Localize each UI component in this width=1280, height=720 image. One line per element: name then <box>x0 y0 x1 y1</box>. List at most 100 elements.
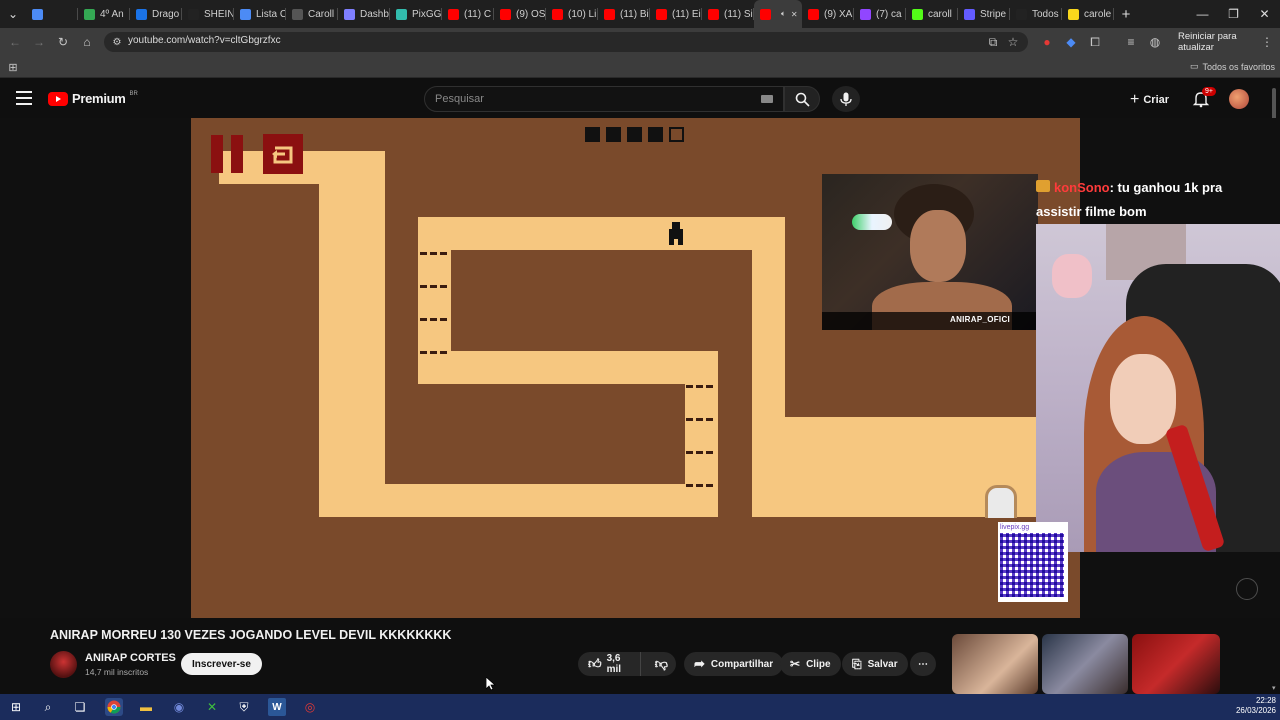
profile-icon[interactable]: ◍ <box>1146 33 1164 51</box>
voice-search-button[interactable] <box>832 86 860 112</box>
discord-icon[interactable]: ◉ <box>170 698 188 716</box>
tab-favicon-icon <box>136 8 147 20</box>
youtube-logo[interactable]: Premium BR <box>48 91 138 106</box>
close-window-button[interactable]: ✕ <box>1249 0 1280 28</box>
clip-button[interactable]: ✂ Clipe <box>780 652 841 676</box>
tab-search-icon[interactable]: ⌄ <box>0 0 26 28</box>
channel-avatar[interactable] <box>50 651 77 678</box>
game-path <box>418 351 718 384</box>
restore-button[interactable]: ❐ <box>1218 0 1249 28</box>
browser-tab[interactable]: (11) Ei <box>650 0 702 28</box>
tab-label: (11) C <box>464 8 492 20</box>
browser-tab[interactable]: 🔈︎ ✕ <box>754 0 802 28</box>
windows-start-icon[interactable]: ⊞ <box>7 698 25 716</box>
recommended-thumbnail[interactable] <box>952 634 1038 694</box>
browser-tab[interactable]: 4º An <box>78 0 130 28</box>
tab-favicon-icon <box>448 8 459 20</box>
like-button[interactable]: 👍︎ 3,6 mil <box>578 652 641 676</box>
browser-tab[interactable]: Todos <box>1010 0 1062 28</box>
tab-close-icon[interactable]: ✕ <box>791 10 798 19</box>
browser-tab[interactable]: (9) OS <box>494 0 546 28</box>
install-app-icon[interactable]: ⧉ <box>984 33 1002 51</box>
file-explorer-icon[interactable]: ▬ <box>137 698 155 716</box>
back-icon[interactable]: ← <box>6 33 24 51</box>
site-info-icon[interactable]: ⚙ <box>108 33 126 51</box>
like-count: 3,6 mil <box>606 653 622 675</box>
search-input[interactable]: Pesquisar <box>424 86 784 112</box>
chrome-taskbar-icon[interactable] <box>105 698 123 716</box>
bookmark-star-icon[interactable]: ☆ <box>1004 33 1022 51</box>
tab-favicon-icon <box>656 8 667 20</box>
browser-tab[interactable]: (11) Si <box>702 0 754 28</box>
url-text: youtube.com/watch?v=cltGbgrzfxc <box>128 35 281 46</box>
reading-list-icon[interactable]: ≡ <box>1122 33 1140 51</box>
channel-name[interactable]: ANIRAP CORTES <box>85 652 176 664</box>
create-label: Criar <box>1143 94 1170 106</box>
spike-trap <box>686 385 716 388</box>
taskbar-search-icon[interactable]: ⌕ <box>39 698 57 716</box>
browser-tab[interactable]: Lista C <box>234 0 286 28</box>
tab-favicon-icon <box>1016 8 1027 20</box>
like-dislike-group: 👍︎ 3,6 mil 👎︎ <box>578 652 676 676</box>
tab-label: (11) Si <box>724 8 753 20</box>
reload-icon[interactable]: ↻ <box>54 33 72 51</box>
more-actions-button[interactable]: ⋯ <box>910 652 936 676</box>
menu-hamburger-icon[interactable] <box>16 91 32 105</box>
channel-watermark-icon[interactable] <box>1236 578 1258 600</box>
video-player[interactable]: ANIRAP_OFICI konSono: tu ganhou 1k pra a… <box>0 118 1280 618</box>
share-button[interactable]: ➦ Compartilhar <box>684 652 784 676</box>
browser-tab[interactable]: (11) Bi <box>598 0 650 28</box>
browser-tab[interactable]: carole <box>1062 0 1114 28</box>
search-button[interactable] <box>784 86 820 112</box>
mouse-cursor-icon <box>486 677 496 691</box>
browser-tab[interactable]: SHEIN <box>182 0 234 28</box>
browser-tab[interactable]: Dashb <box>338 0 390 28</box>
tab-audio-icon[interactable]: 🔈︎ <box>781 9 786 19</box>
keyboard-icon[interactable] <box>761 95 773 103</box>
tab-list: 4º An Drago SHEIN Lista C Caroll Dashb PixGG (1… <box>26 0 1114 28</box>
home-icon[interactable]: ⌂ <box>78 33 96 51</box>
browser-tab[interactable] <box>26 0 78 28</box>
subscribe-button[interactable]: Inscrever-se <box>181 653 262 675</box>
browser-tab[interactable]: Drago <box>130 0 182 28</box>
browser-tab[interactable]: (7) ca <box>854 0 906 28</box>
browser-tab[interactable]: Caroll <box>286 0 338 28</box>
tab-favicon-icon <box>188 8 199 20</box>
minimize-button[interactable]: — <box>1187 0 1218 28</box>
xbox-icon[interactable]: ✕ <box>203 698 221 716</box>
browser-tab[interactable]: (11) C <box>442 0 494 28</box>
share-label: Compartilhar <box>710 658 774 670</box>
dislike-button[interactable]: 👎︎ <box>647 652 676 676</box>
chrome-menu-icon[interactable]: ⋮ <box>1258 33 1276 51</box>
account-avatar[interactable] <box>1229 89 1249 109</box>
tab-label: caroll <box>928 8 952 20</box>
recording-app-icon[interactable]: ◎ <box>301 698 319 716</box>
security-shield-icon[interactable]: ⛨ <box>235 698 253 716</box>
recommended-thumbnail[interactable] <box>1132 634 1220 694</box>
notifications-button[interactable]: 9+ <box>1192 87 1216 108</box>
extension-blue-icon[interactable]: ◆ <box>1062 33 1080 51</box>
new-tab-button[interactable]: + <box>1114 0 1138 28</box>
system-clock[interactable]: 22:28 26/03/2026 <box>1222 696 1276 716</box>
recommended-thumbnail[interactable] <box>1042 634 1128 694</box>
browser-tab[interactable]: (10) Li <box>546 0 598 28</box>
extension-red-icon[interactable]: ● <box>1038 33 1056 51</box>
tab-label: PixGG <box>412 8 442 20</box>
youtube-play-icon <box>48 91 68 106</box>
chat-badge-icon <box>1036 180 1050 192</box>
save-button[interactable]: ⎘ Salvar <box>842 652 908 676</box>
all-bookmarks-button[interactable]: ▭ Todos os favoritos <box>1190 61 1275 72</box>
browser-tab[interactable]: caroll <box>906 0 958 28</box>
tab-favicon-icon <box>808 8 819 20</box>
word-icon[interactable]: W <box>268 698 286 716</box>
browser-tab[interactable]: (9) XA <box>802 0 854 28</box>
scroll-down-arrow-icon[interactable]: ▾ <box>1272 684 1278 692</box>
apps-grid-icon[interactable]: ⊞ <box>4 58 22 76</box>
forward-icon[interactable]: → <box>30 33 48 51</box>
create-button[interactable]: + Criar <box>1130 89 1169 111</box>
streamer-tag: ANIRAP_OFICI <box>950 315 1011 324</box>
extensions-puzzle-icon[interactable]: ⧠ <box>1086 33 1104 51</box>
browser-tab[interactable]: Stripe <box>958 0 1010 28</box>
browser-tab[interactable]: PixGG <box>390 0 442 28</box>
task-view-icon[interactable]: ❏ <box>71 698 89 716</box>
